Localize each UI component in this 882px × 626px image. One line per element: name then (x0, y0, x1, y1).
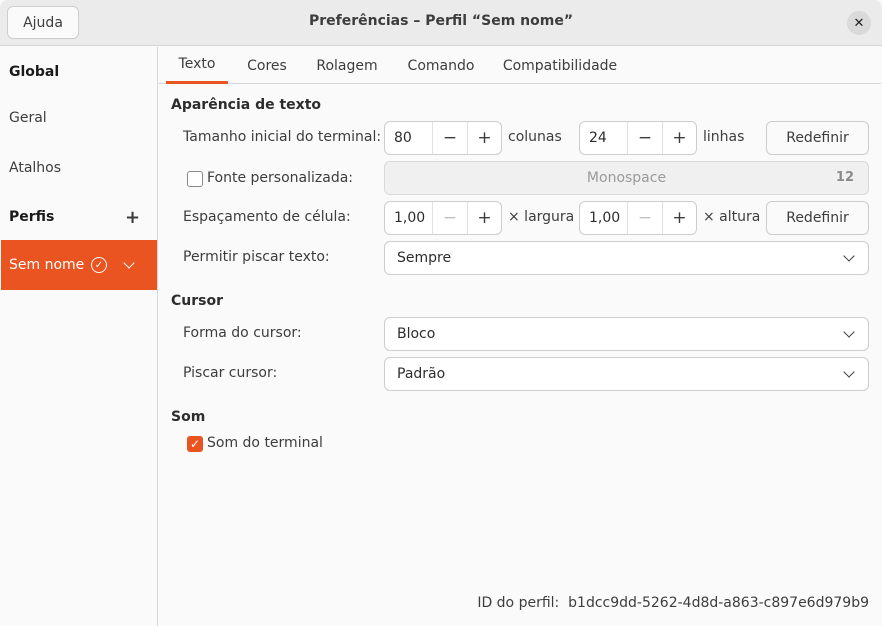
sidebar-item-shortcuts[interactable]: Atalhos (1, 143, 157, 193)
tab-command[interactable]: Comando (399, 47, 483, 84)
profiles-header-label: Perfis (9, 209, 55, 225)
text-blink-value: Sempre (397, 250, 452, 266)
terminal-bell-checkbox[interactable]: ✓ (187, 436, 203, 452)
profile-id-value: b1dcc9dd-5262-4d8d-a863-c897e6d979b9 (568, 595, 869, 611)
chevron-down-icon[interactable] (123, 257, 135, 269)
sidebar-header-global: Global (9, 64, 60, 80)
cursor-blink-label: Piscar cursor: (183, 365, 278, 381)
cell-width-unit: × largura (508, 209, 575, 225)
text-blink-label: Permitir piscar texto: (183, 249, 330, 265)
terminal-size-label: Tamanho inicial do terminal: (183, 129, 382, 145)
cell-spacing-label: Espaçamento de célula: (183, 209, 351, 225)
chevron-down-icon (843, 326, 855, 338)
chevron-down-icon (843, 250, 855, 262)
font-size: 12 (835, 170, 854, 185)
font-name: Monospace (586, 170, 667, 186)
sidebar-item-profile-active[interactable]: Sem nome ✓ (1, 240, 157, 290)
sidebar: Global Geral Atalhos Perfis + Sem nome ✓ (1, 47, 158, 626)
cell-height-decrease-button[interactable]: − (628, 202, 662, 234)
columns-spinbutton[interactable]: 80 − + (384, 121, 502, 155)
add-profile-icon[interactable]: + (125, 207, 140, 228)
cursor-blink-value: Padrão (397, 366, 446, 382)
text-blink-dropdown[interactable]: Sempre (384, 241, 869, 275)
profile-id-label: ID do perfil: (477, 595, 560, 611)
cell-width-value[interactable]: 1,00 (385, 202, 433, 234)
tab-compatibility[interactable]: Compatibilidade (496, 47, 624, 84)
profile-id: ID do perfil: b1dcc9dd-5262-4d8d-a863-c8… (477, 595, 869, 611)
tab-text[interactable]: Texto (166, 47, 228, 84)
tab-scrolling[interactable]: Rolagem (308, 47, 386, 84)
close-icon: ✕ (853, 15, 865, 31)
section-sound: Som (171, 409, 206, 425)
cursor-shape-dropdown[interactable]: Bloco (384, 317, 869, 351)
text-settings-panel: Aparência de texto Tamanho inicial do te… (159, 85, 881, 626)
tab-colors[interactable]: Cores (238, 47, 296, 84)
rows-increase-button[interactable]: + (662, 122, 696, 154)
reset-size-button[interactable]: Redefinir (766, 121, 869, 155)
sidebar-item-label: Sem nome (9, 257, 85, 273)
cursor-shape-label: Forma do cursor: (183, 325, 302, 341)
tab-bar: Texto Cores Rolagem Comando Compatibilid… (159, 47, 881, 84)
terminal-bell-label: Som do terminal (207, 435, 323, 451)
sidebar-item-label: Geral (9, 110, 47, 126)
columns-unit: colunas (508, 129, 562, 145)
custom-font-checkbox[interactable] (187, 171, 203, 187)
cursor-shape-value: Bloco (397, 326, 436, 342)
cell-height-unit: × altura (703, 209, 761, 225)
close-button[interactable]: ✕ (847, 11, 871, 35)
reset-spacing-button[interactable]: Redefinir (766, 201, 869, 235)
cell-width-decrease-button[interactable]: − (433, 202, 467, 234)
title-bar: Ajuda Preferências – Perfil “Sem nome” ✕ (0, 0, 882, 46)
rows-decrease-button[interactable]: − (628, 122, 662, 154)
rows-spinbutton[interactable]: 24 − + (579, 121, 697, 155)
sidebar-item-label: Atalhos (9, 160, 62, 176)
columns-value[interactable]: 80 (385, 122, 433, 154)
cell-height-spinbutton[interactable]: 1,00 − + (579, 201, 697, 235)
cell-height-value[interactable]: 1,00 (580, 202, 628, 234)
cell-width-spinbutton[interactable]: 1,00 − + (384, 201, 502, 235)
checkmark-icon: ✓ (189, 437, 201, 451)
default-profile-check-icon: ✓ (91, 257, 107, 273)
chevron-down-icon (843, 366, 855, 378)
section-cursor: Cursor (171, 293, 224, 309)
cursor-blink-dropdown[interactable]: Padrão (384, 357, 869, 391)
window-title: Preferências – Perfil “Sem nome” (308, 13, 574, 29)
cell-width-increase-button[interactable]: + (467, 202, 501, 234)
rows-unit: linhas (703, 129, 745, 145)
cell-height-increase-button[interactable]: + (662, 202, 696, 234)
font-chooser-button[interactable]: Monospace 12 (384, 161, 869, 195)
custom-font-label: Fonte personalizada: (207, 170, 354, 186)
columns-increase-button[interactable]: + (467, 122, 501, 154)
columns-decrease-button[interactable]: − (433, 122, 467, 154)
sidebar-item-general[interactable]: Geral (1, 93, 157, 143)
sidebar-header-profiles: Perfis + (1, 192, 157, 242)
rows-value[interactable]: 24 (580, 122, 628, 154)
section-text-appearance: Aparência de texto (171, 97, 322, 113)
